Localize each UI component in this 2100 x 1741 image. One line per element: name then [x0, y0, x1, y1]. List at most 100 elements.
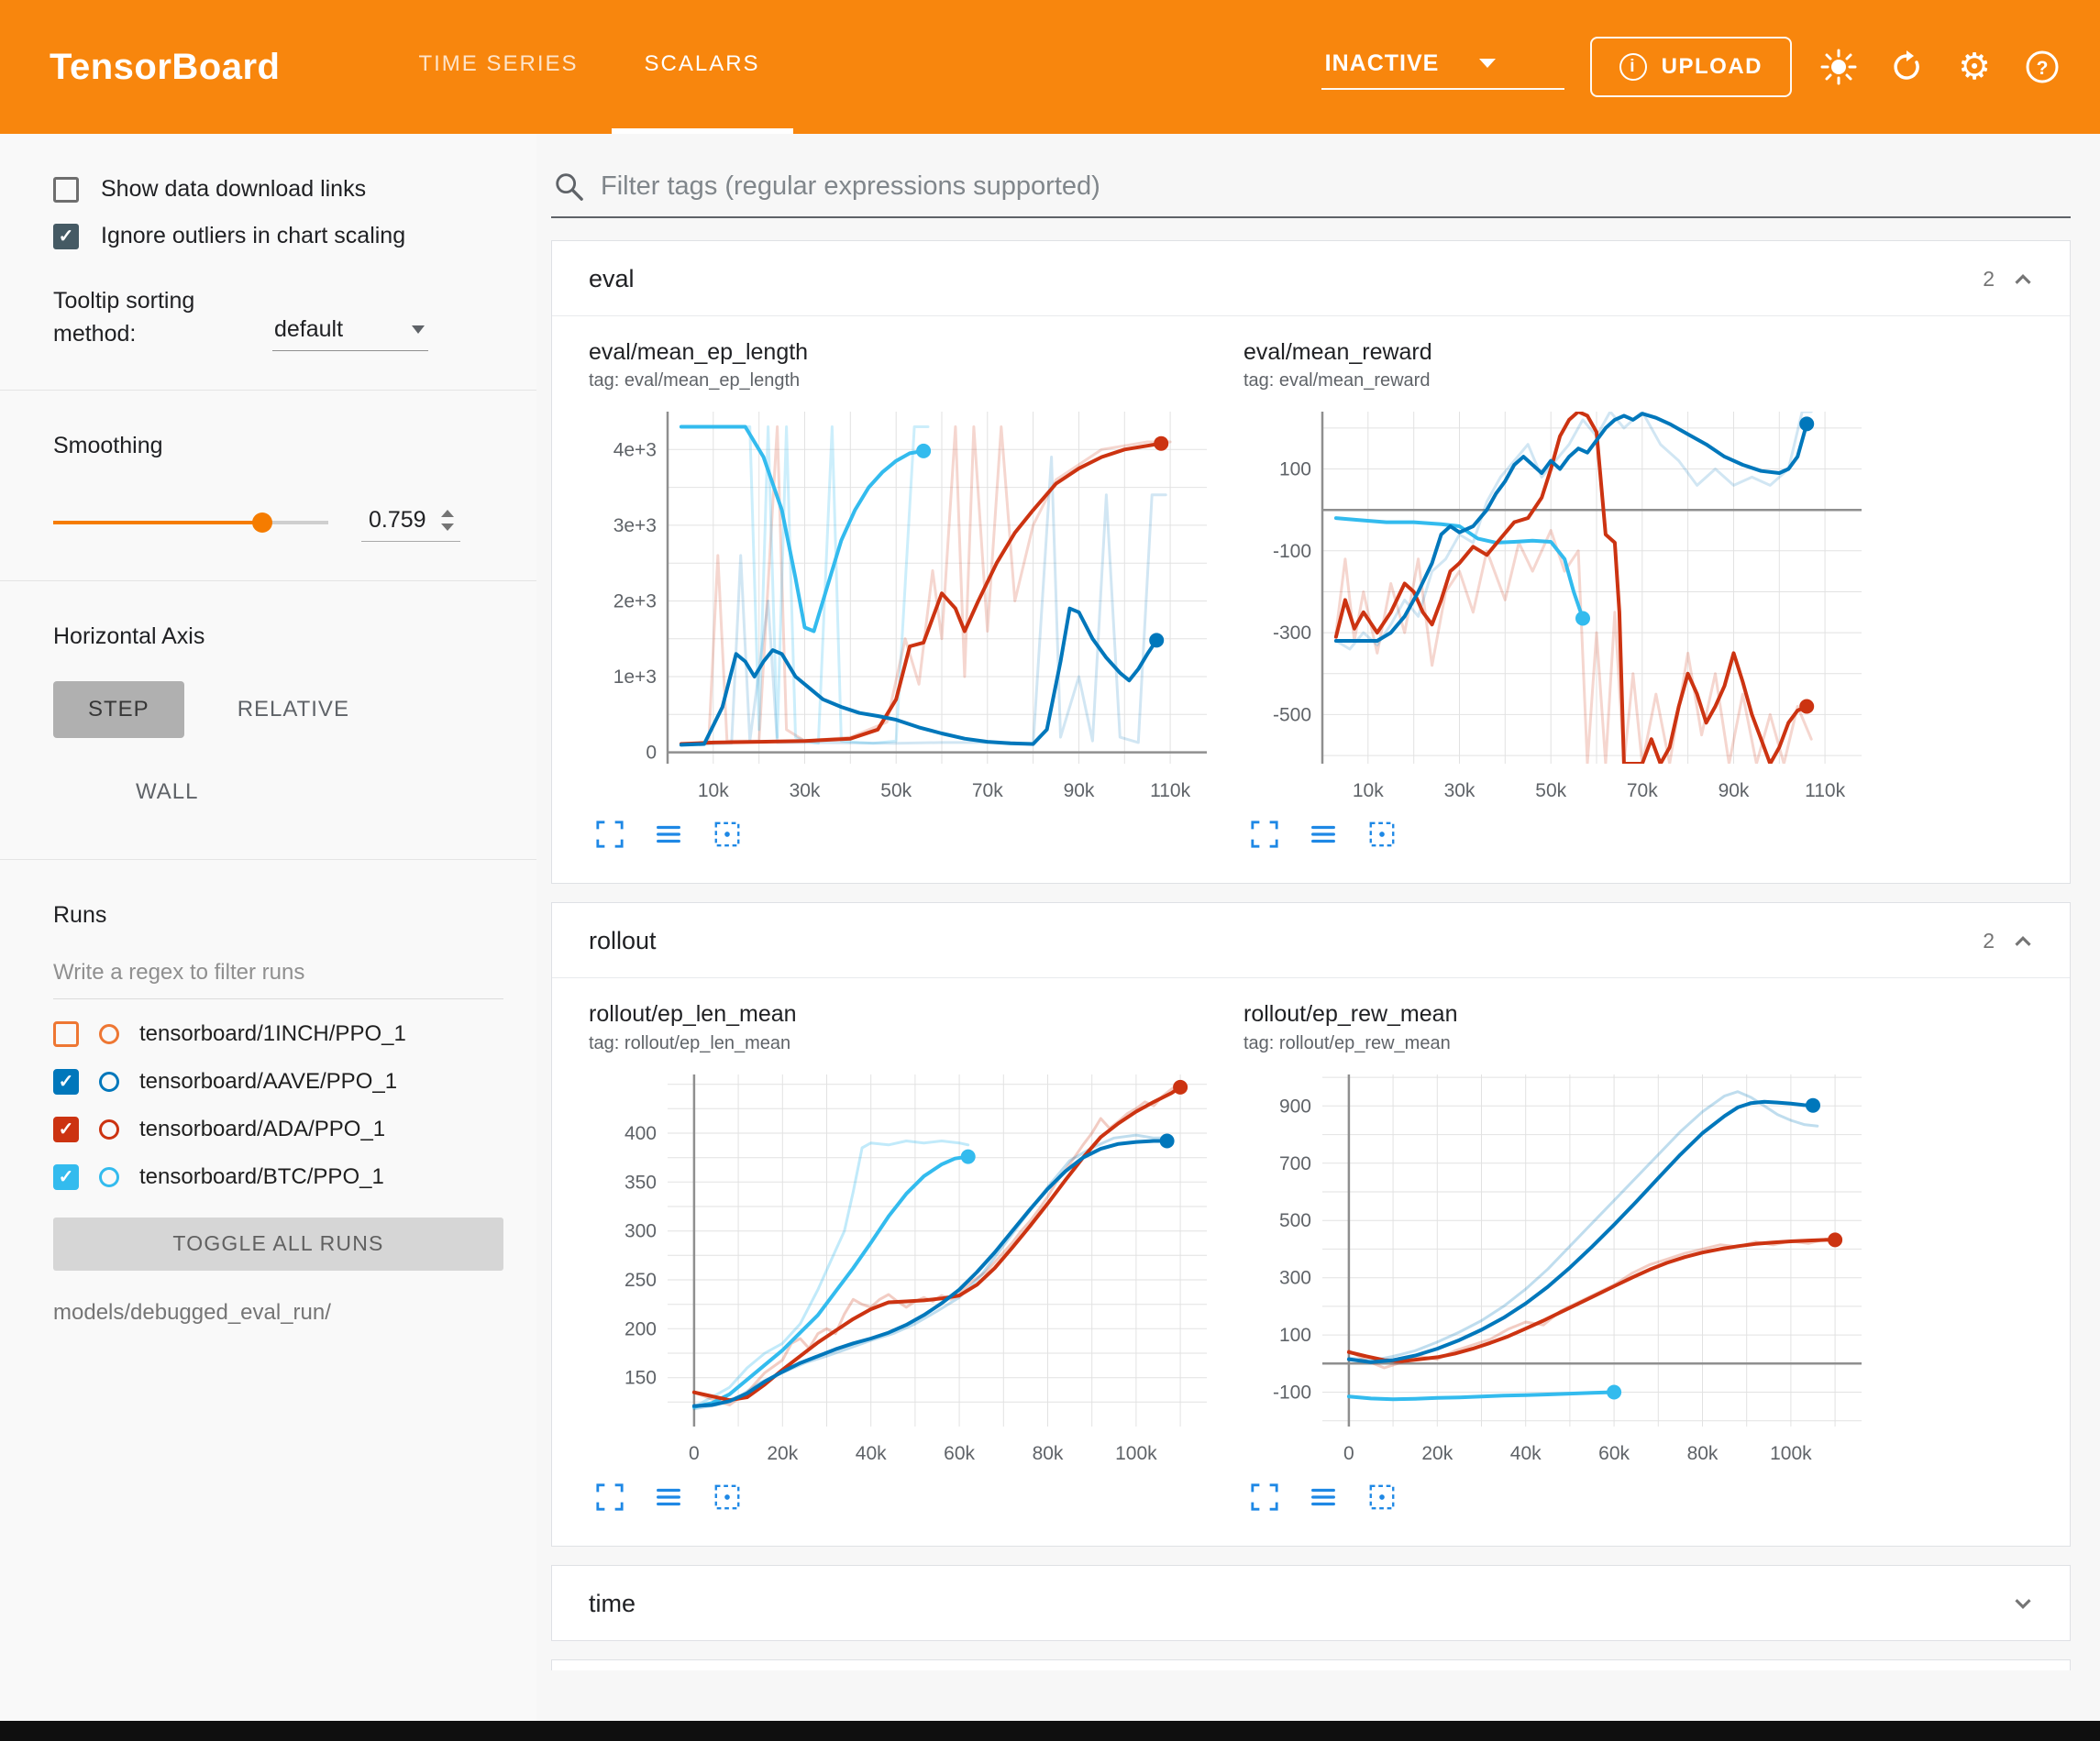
horizontal-axis-label: Horizontal Axis: [53, 623, 503, 650]
upload-button[interactable]: i UPLOAD: [1590, 37, 1792, 97]
svg-text:300: 300: [1279, 1267, 1311, 1288]
runs-label: Runs: [53, 902, 503, 929]
svg-text:2e+3: 2e+3: [613, 591, 657, 612]
run-checkbox[interactable]: ✓: [53, 1069, 79, 1095]
run-color-circle[interactable]: [99, 1072, 119, 1092]
brightness-icon[interactable]: [1818, 46, 1860, 88]
section-title: time: [589, 1590, 636, 1618]
run-checkbox[interactable]: ✓: [53, 1117, 79, 1142]
svg-text:50k: 50k: [1535, 780, 1566, 801]
data-connection-select[interactable]: INACTIVE: [1321, 45, 1564, 90]
run-checkbox[interactable]: ✓: [53, 1164, 79, 1190]
chart-tag: tag: rollout/ep_rew_mean: [1243, 1033, 1876, 1054]
chart-title: eval/mean_ep_length: [589, 338, 1221, 367]
number-spinner[interactable]: [441, 510, 454, 531]
svg-text:0: 0: [1343, 1443, 1354, 1464]
smoothing-value: 0.759: [369, 507, 426, 534]
svg-text:110k: 110k: [1805, 780, 1845, 801]
chart-canvas[interactable]: 020k40k60k80k100k150200250300350400: [589, 1062, 1221, 1474]
axis-relative-button[interactable]: RELATIVE: [216, 681, 371, 738]
data-table-icon[interactable]: [1308, 1482, 1339, 1513]
data-table-icon[interactable]: [1308, 819, 1339, 850]
chart-count: 2: [1983, 929, 1995, 953]
expand-chart-icon[interactable]: [1249, 819, 1280, 850]
run-label: tensorboard/BTC/PPO_1: [139, 1164, 384, 1190]
smoothing-value-input[interactable]: 0.759: [361, 503, 460, 542]
ignore-outliers-checkbox[interactable]: ✓ Ignore outliers in chart scaling: [53, 223, 503, 249]
slider-thumb[interactable]: [252, 512, 272, 533]
fit-domain-icon[interactable]: [712, 819, 743, 850]
chart-tag: tag: eval/mean_ep_length: [589, 370, 1221, 391]
chart-tag: tag: rollout/ep_len_mean: [589, 1033, 1221, 1054]
run-row-ada[interactable]: ✓ tensorboard/ADA/PPO_1: [53, 1117, 503, 1142]
chart-tag: tag: eval/mean_reward: [1243, 370, 1876, 391]
chevron-up-icon[interactable]: [2009, 266, 2037, 293]
run-row-btc[interactable]: ✓ tensorboard/BTC/PPO_1: [53, 1164, 503, 1190]
chevron-up-icon[interactable]: [2009, 928, 2037, 955]
section-eval-header[interactable]: eval 2: [552, 241, 2070, 316]
toggle-all-runs-button[interactable]: TOGGLE ALL RUNS: [53, 1218, 503, 1271]
svg-text:80k: 80k: [1033, 1443, 1064, 1464]
chart-canvas[interactable]: 10k30k50k70k90k110k01e+32e+33e+34e+3: [589, 399, 1221, 811]
tensorboard-app: TensorBoard TIME SERIES SCALARS INACTIVE…: [0, 0, 2100, 1741]
refresh-icon[interactable]: [1885, 46, 1928, 88]
tab-time-series[interactable]: TIME SERIES: [385, 0, 611, 134]
run-color-circle[interactable]: [99, 1024, 119, 1044]
dashboard-tabs: TIME SERIES SCALARS: [385, 0, 792, 134]
help-icon[interactable]: ?: [2021, 46, 2063, 88]
runs-filter-input[interactable]: [53, 951, 503, 999]
svg-text:20k: 20k: [1421, 1443, 1453, 1464]
svg-text:4e+3: 4e+3: [613, 440, 657, 461]
tooltip-sorting-select[interactable]: default: [272, 311, 428, 351]
show-download-links-checkbox[interactable]: ✓ Show data download links: [53, 176, 503, 203]
run-color-circle[interactable]: [99, 1119, 119, 1140]
slider-fill: [53, 521, 262, 524]
svg-text:0: 0: [689, 1443, 700, 1464]
run-color-circle[interactable]: [99, 1167, 119, 1187]
run-checkbox[interactable]: ✓: [53, 1021, 79, 1047]
filter-tags-input[interactable]: [601, 171, 2071, 202]
expand-chart-icon[interactable]: [594, 1482, 625, 1513]
chart-canvas[interactable]: 10k30k50k70k90k110k100-100-300-500: [1243, 399, 1876, 811]
section-card-eval: eval 2 eval/mean_ep_length tag: eval/mea…: [551, 240, 2071, 884]
fit-domain-icon[interactable]: [712, 1482, 743, 1513]
search-icon: [553, 171, 584, 202]
svg-text:90k: 90k: [1719, 780, 1750, 801]
chart-title: rollout/ep_len_mean: [589, 1000, 1221, 1029]
expand-chart-icon[interactable]: [1249, 1482, 1280, 1513]
fit-domain-icon[interactable]: [1366, 819, 1398, 850]
chevron-down-icon[interactable]: [2009, 1590, 2037, 1617]
spinner-down-icon[interactable]: [441, 523, 454, 531]
svg-text:60k: 60k: [944, 1443, 975, 1464]
chart-count: 2: [1983, 267, 1995, 292]
run-row-aave[interactable]: ✓ tensorboard/AAVE/PPO_1: [53, 1069, 503, 1095]
app-title: TensorBoard: [0, 0, 280, 134]
spinner-up-icon[interactable]: [441, 510, 454, 517]
top-bar: TensorBoard TIME SERIES SCALARS INACTIVE…: [0, 0, 2100, 134]
svg-text:3e+3: 3e+3: [613, 515, 657, 536]
svg-text:-500: -500: [1273, 705, 1311, 726]
run-row-1inch[interactable]: ✓ tensorboard/1INCH/PPO_1: [53, 1021, 503, 1047]
settings-gear-icon[interactable]: ⚙: [1953, 46, 1995, 88]
svg-text:250: 250: [624, 1270, 657, 1291]
svg-text:100: 100: [1279, 1325, 1311, 1346]
axis-wall-button[interactable]: WALL: [114, 764, 220, 821]
chart-canvas[interactable]: 020k40k60k80k100k-100100300500700900: [1243, 1062, 1876, 1474]
horizontal-axis-section: Horizontal Axis STEP RELATIVE WALL: [0, 581, 536, 860]
checkbox-label: Show data download links: [101, 176, 366, 203]
svg-text:200: 200: [624, 1318, 657, 1339]
section-time-header[interactable]: time: [552, 1566, 2070, 1640]
run-label: tensorboard/ADA/PPO_1: [139, 1117, 385, 1142]
expand-chart-icon[interactable]: [594, 819, 625, 850]
svg-text:350: 350: [624, 1172, 657, 1193]
data-table-icon[interactable]: [653, 1482, 684, 1513]
svg-text:30k: 30k: [1444, 780, 1476, 801]
fit-domain-icon[interactable]: [1366, 1482, 1398, 1513]
data-table-icon[interactable]: [653, 819, 684, 850]
section-rollout-header[interactable]: rollout 2: [552, 903, 2070, 978]
tab-scalars[interactable]: SCALARS: [612, 0, 793, 134]
section-card-rollout: rollout 2 rollout/ep_len_mean tag: rollo…: [551, 902, 2071, 1546]
axis-step-button[interactable]: STEP: [53, 681, 184, 738]
chevron-down-icon: [1479, 59, 1496, 68]
smoothing-slider[interactable]: [53, 512, 328, 533]
